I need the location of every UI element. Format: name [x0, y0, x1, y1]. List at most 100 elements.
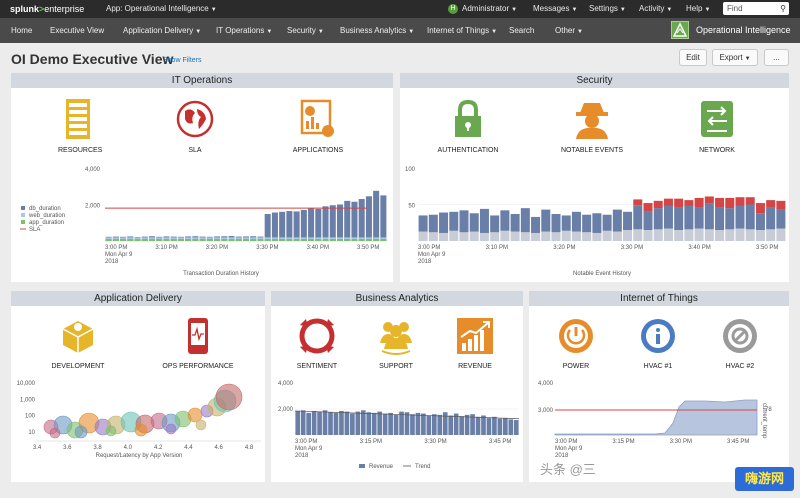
- legend-label: Revenue: [369, 464, 394, 470]
- chart-bar: [311, 410, 317, 435]
- chart-bar: [633, 205, 643, 230]
- resources-tile[interactable]: RESOURCES: [58, 99, 102, 159]
- ops-performance-tile[interactable]: OPS PERFORMANCE: [162, 317, 234, 375]
- more-button[interactable]: ...: [764, 49, 789, 66]
- network-tile[interactable]: NETWORK: [697, 99, 737, 159]
- nav-internet-of-things[interactable]: Internet of Things ▼: [427, 18, 497, 45]
- applications-tile[interactable]: APPLICATIONS: [293, 99, 343, 159]
- x-tick-label: 3:40 PM: [688, 245, 710, 251]
- chart-bar: [380, 195, 387, 241]
- chart-bar: [177, 239, 184, 241]
- chart-bar: [264, 213, 271, 241]
- activity-menu[interactable]: Activity ▼: [639, 0, 672, 19]
- chart-bar: [257, 239, 264, 241]
- hvac-2-tile[interactable]: HVAC #2: [721, 317, 759, 375]
- splunk-logo[interactable]: splunk>enterprise: [10, 0, 84, 18]
- chart-bar: [365, 196, 372, 241]
- top-bar: splunk>enterprise App: Operational Intel…: [0, 0, 800, 18]
- chart-bar: [163, 239, 170, 241]
- authentication-tile[interactable]: AUTHENTICATION: [438, 99, 498, 159]
- chart-bar: [571, 211, 581, 232]
- legend-label: SLA: [29, 227, 40, 233]
- nav-application-delivery[interactable]: Application Delivery ▼: [123, 18, 201, 45]
- chart-bar: [475, 416, 481, 435]
- panel-title: Application Delivery: [11, 291, 265, 306]
- sla-tile[interactable]: SLA: [175, 99, 215, 159]
- chart-bar: [490, 215, 500, 233]
- notable-events-tile[interactable]: NOTABLE EVENTS: [561, 99, 623, 159]
- chart-bar: [725, 229, 735, 241]
- chart-bar: [653, 229, 663, 241]
- x-tick-label: 3:00 PM: [555, 439, 577, 445]
- find-input[interactable]: Find ⚲: [723, 2, 789, 15]
- nav-it-operations[interactable]: IT Operations ▼: [216, 18, 272, 45]
- app-selector[interactable]: App: Operational Intelligence ▼: [106, 0, 217, 19]
- application-delivery-panel: Application Delivery DEVELOPMENT OPS PER…: [11, 291, 265, 482]
- x-tick-label: 3.8: [93, 445, 102, 451]
- x-tick-label: 3:50 PM: [357, 245, 379, 251]
- support-tile[interactable]: SUPPORT: [376, 317, 416, 375]
- x-tick-label: 3:30 PM: [670, 439, 692, 445]
- chart-bar: [694, 228, 704, 241]
- chart-bar: [380, 239, 387, 241]
- chart-bar: [674, 198, 684, 208]
- show-filters-link[interactable]: Show Filters: [163, 57, 202, 64]
- y-tick-label: 2,000: [85, 204, 101, 210]
- x-tick-label: 4.4: [184, 445, 193, 451]
- development-tile[interactable]: DEVELOPMENT: [52, 317, 104, 375]
- chart-bar: [531, 232, 541, 241]
- chart-bar: [459, 416, 464, 435]
- chart-bar: [735, 228, 745, 241]
- chart-bar: [755, 213, 765, 231]
- watermark-text: 头条 @三: [540, 462, 596, 477]
- chart-bar: [329, 239, 336, 241]
- chart-bar: [439, 212, 449, 233]
- messages-menu[interactable]: Messages ▼: [533, 0, 577, 19]
- nav-executive-view[interactable]: Executive View: [50, 18, 104, 43]
- package-icon: [62, 321, 94, 353]
- chart-bar: [250, 239, 257, 241]
- chart-bar: [674, 207, 684, 231]
- edit-button[interactable]: Edit: [679, 49, 707, 66]
- chart-bar: [541, 209, 551, 232]
- chart-bar: [112, 239, 119, 241]
- export-button[interactable]: Export ▼: [712, 49, 758, 66]
- chart-bar: [612, 209, 622, 232]
- chart-bar: [344, 239, 351, 241]
- chart-bar: [755, 230, 765, 241]
- revenue-tile[interactable]: REVENUE: [455, 317, 495, 375]
- nav-business-analytics[interactable]: Business Analytics ▼: [340, 18, 414, 45]
- chart-bar: [592, 213, 602, 233]
- chart-bar: [286, 239, 293, 241]
- chart-bar: [464, 414, 470, 435]
- nav-security[interactable]: Security ▼: [287, 18, 324, 45]
- app-nav-bar: Home Executive View Application Delivery…: [0, 18, 800, 43]
- chart-bar: [293, 239, 300, 241]
- chart-bar: [399, 411, 404, 435]
- settings-menu[interactable]: Settings ▼: [589, 0, 626, 19]
- chart-bar: [715, 197, 725, 208]
- chart-bar: [479, 208, 489, 233]
- chart-bar: [344, 200, 351, 241]
- user-menu[interactable]: H Administrator ▼: [448, 0, 517, 19]
- chart-bar: [199, 239, 206, 241]
- nav-search[interactable]: Search: [509, 18, 534, 43]
- chart-bar: [373, 239, 380, 241]
- chart-bar: [633, 229, 643, 241]
- y-tick-label: 4,000: [278, 381, 294, 387]
- nav-other[interactable]: Other ▼: [555, 18, 583, 45]
- x-tick-label: 4.0: [124, 445, 133, 451]
- chart-bar: [551, 213, 561, 233]
- nav-home[interactable]: Home: [11, 18, 32, 43]
- x-tick-label: 3:00 PM: [418, 245, 440, 251]
- power-tile[interactable]: POWER: [557, 317, 595, 375]
- x-tick-label: 3:10 PM: [486, 245, 508, 251]
- chart-bar: [500, 230, 510, 241]
- chart-bar: [426, 415, 432, 435]
- chart-bar: [766, 207, 776, 230]
- sentiment-tile[interactable]: SENTIMENT: [297, 317, 337, 375]
- notable-event-chart: 100 50 3:00 PM 3:10 PM 3:20 PM 3:30 PM 3:40 PM…: [405, 167, 786, 277]
- chart-bar: [315, 208, 322, 241]
- hvac-1-tile[interactable]: HVAC #1: [639, 317, 677, 375]
- help-menu[interactable]: Help ▼: [686, 0, 710, 19]
